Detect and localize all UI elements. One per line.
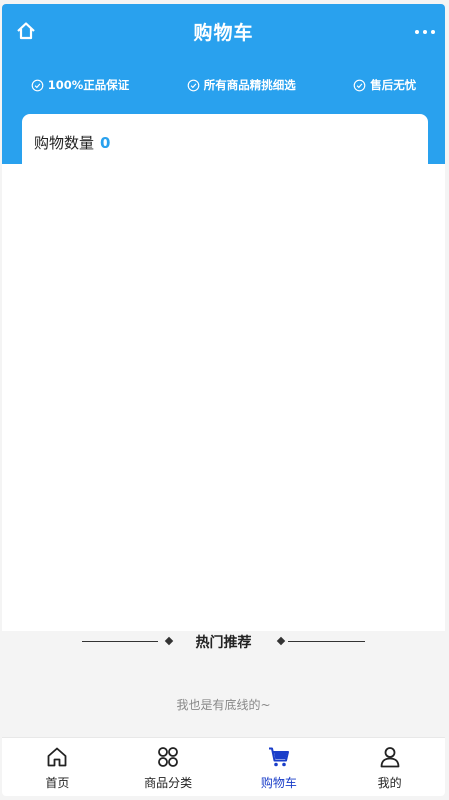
tab-bar: 首页 商品分类 购物车 我的: [2, 737, 445, 796]
more-button[interactable]: [413, 21, 437, 41]
user-icon: [380, 747, 400, 768]
more-icon: [415, 30, 419, 34]
tab-label: 商品分类: [144, 776, 193, 790]
recommend-title: 热门推荐: [195, 635, 252, 651]
end-of-list-text: 我也是有底线的~: [176, 698, 271, 712]
tab-cart[interactable]: 购物车: [224, 738, 335, 796]
main-content: 热门推荐 我也是有底线的~: [2, 164, 445, 712]
check-circle-icon: [31, 79, 44, 91]
guarantee-label: 100%正品保证: [47, 78, 130, 92]
app-frame: 购物车 100%正品保证 所有商品精挑细选 售后无忧 热门推荐 我也是有底线的~…: [2, 4, 445, 796]
tab-profile[interactable]: 我的: [334, 738, 445, 796]
guarantee-item: 所有商品精挑细选: [187, 75, 296, 95]
cart-count-label: 购物数量: [34, 134, 95, 152]
check-circle-icon: [353, 79, 366, 91]
tab-category[interactable]: 商品分类: [113, 738, 224, 796]
cart-count-value: 0: [100, 134, 111, 152]
tab-label: 我的: [377, 776, 402, 790]
guarantee-item: 售后无忧: [353, 75, 416, 95]
guarantee-item: 100%正品保证: [31, 75, 130, 95]
page-title: 购物车: [193, 22, 254, 44]
tab-label: 首页: [45, 776, 70, 790]
tab-label: 购物车: [260, 776, 297, 790]
cart-summary-card: 购物数量 0: [22, 114, 428, 174]
home-icon: [47, 747, 67, 767]
divider-line: [288, 641, 365, 642]
guarantee-label: 所有商品精挑细选: [203, 78, 296, 92]
guarantee-label: 售后无忧: [370, 78, 417, 92]
check-circle-icon: [187, 79, 200, 91]
recommend-divider: 热门推荐: [82, 632, 365, 652]
category-icon: [158, 747, 179, 767]
guarantee-bar: 100%正品保证 所有商品精挑细选 售后无忧: [2, 75, 445, 95]
tab-home[interactable]: 首页: [2, 738, 113, 796]
cart-count: 购物数量 0: [34, 132, 110, 153]
cart-icon: [268, 747, 289, 767]
